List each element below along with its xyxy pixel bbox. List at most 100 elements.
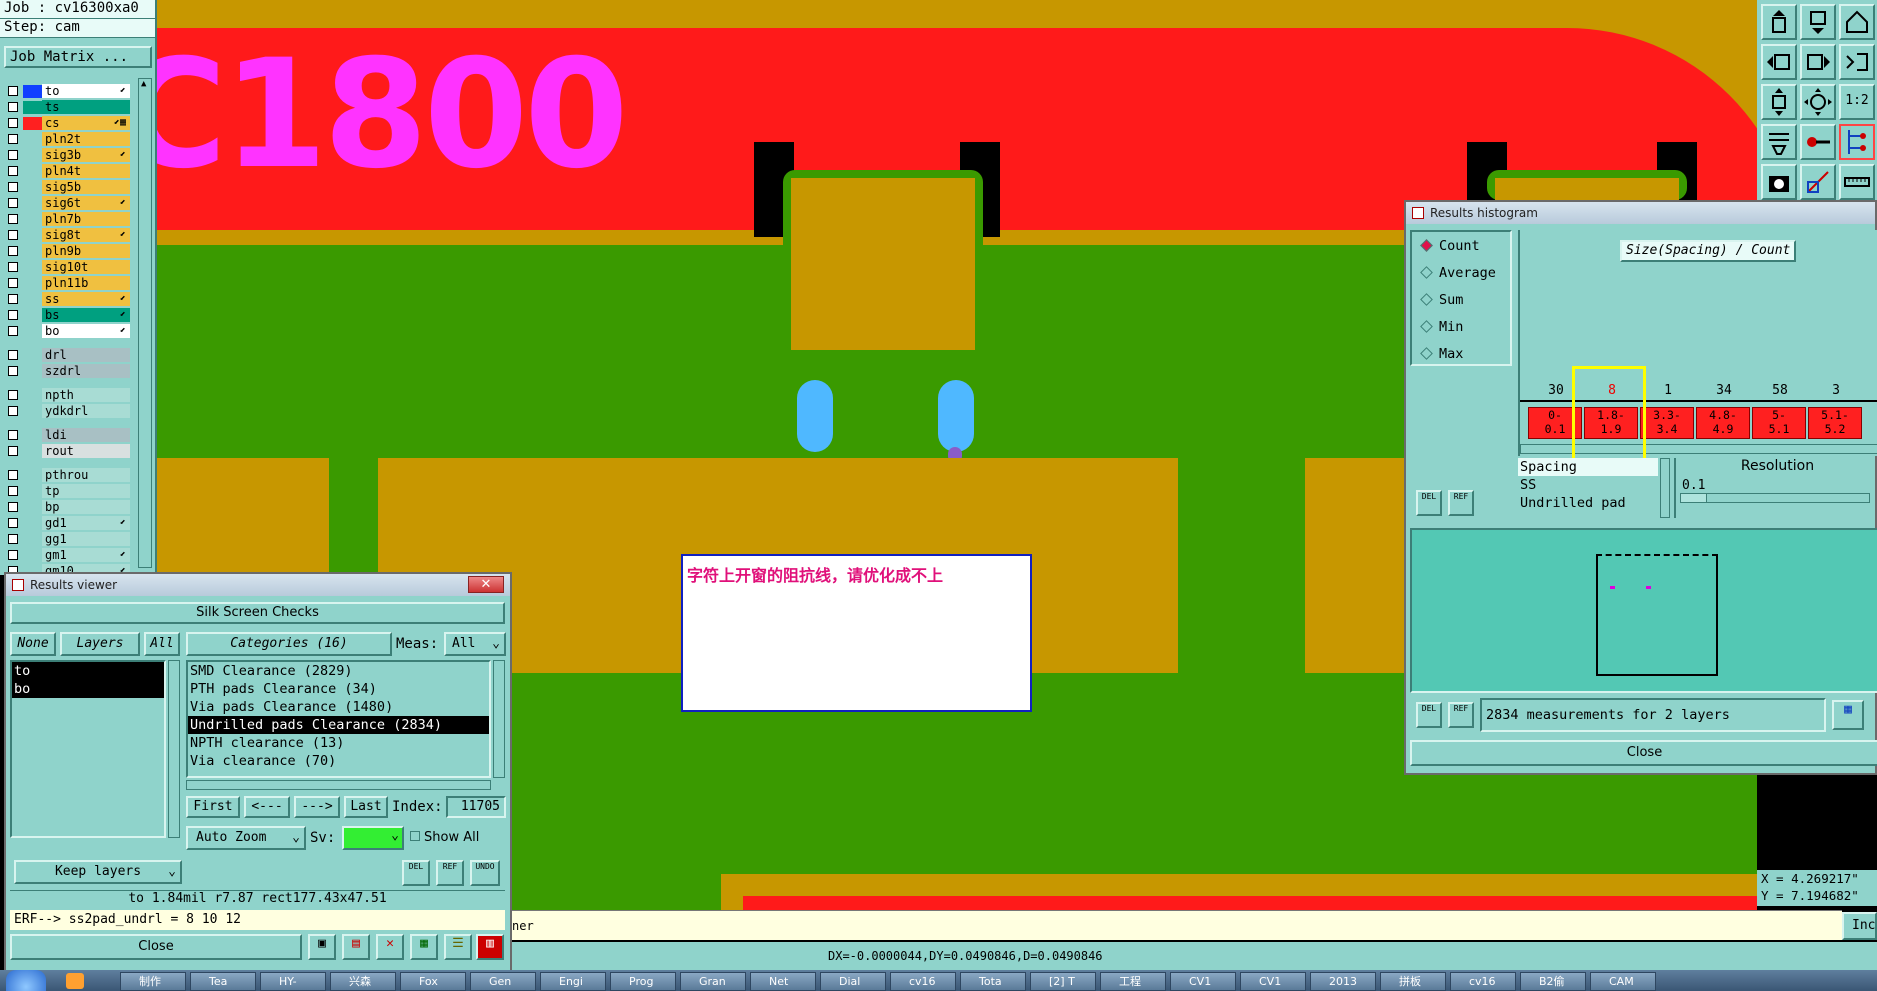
inc-button[interactable]: Inc <box>1842 912 1877 940</box>
scale-1-2-icon[interactable]: 1:2 <box>1839 84 1875 120</box>
layer-checkbox[interactable] <box>8 150 18 160</box>
category-item[interactable]: PTH pads Clearance (34) <box>188 680 489 698</box>
taskbar-item[interactable]: 拼板 <box>1380 972 1446 991</box>
layer-row[interactable]: pln9b <box>6 244 130 259</box>
chart-icon[interactable]: ▦ <box>1832 700 1864 730</box>
index-input[interactable]: 11705 <box>446 796 506 818</box>
layer-row[interactable]: ts <box>6 100 130 115</box>
layer-row[interactable]: pln2t <box>6 132 130 147</box>
keep-layers-select[interactable]: Keep layers ⌄ <box>14 860 182 884</box>
layer-checkbox[interactable] <box>8 470 18 480</box>
mode-radio[interactable]: Count <box>1420 238 1480 260</box>
layer-checkbox[interactable] <box>8 486 18 496</box>
layer-checkbox[interactable] <box>8 230 18 240</box>
layer-row[interactable]: npth <box>6 388 130 403</box>
taskbar-item[interactable]: 2013 <box>1310 972 1376 991</box>
mode-radio[interactable]: Min <box>1420 319 1463 341</box>
layer-row[interactable]: pln4t <box>6 164 130 179</box>
taskbar-item[interactable]: cv16 <box>1450 972 1516 991</box>
layer-list-scrollbar[interactable] <box>168 660 180 838</box>
layer-row[interactable]: drl <box>6 348 130 363</box>
del-button[interactable]: DEL <box>402 860 430 886</box>
histogram-bin[interactable]: 5.1- 5.2 <box>1808 407 1862 439</box>
mode-radio[interactable]: Sum <box>1420 292 1463 314</box>
report-icon[interactable]: ▣ <box>308 934 336 960</box>
mode-radio[interactable]: Average <box>1420 265 1496 287</box>
taskbar-item[interactable]: cv16 <box>890 972 956 991</box>
layer-checkbox[interactable] <box>8 246 18 256</box>
layer-checkbox[interactable] <box>8 534 18 544</box>
layer-checkbox[interactable] <box>8 310 18 320</box>
sv-color-select[interactable]: ⌄ <box>342 826 404 850</box>
layer-checkbox[interactable] <box>8 390 18 400</box>
home-icon[interactable] <box>1839 4 1875 40</box>
zoom-fit-icon[interactable] <box>1761 84 1797 120</box>
pan-right-icon[interactable] <box>1800 44 1836 80</box>
layer-row[interactable]: pln7b <box>6 212 130 227</box>
layer-row[interactable]: sig8t ⬋ <box>6 228 130 243</box>
category-hscrollbar[interactable] <box>186 780 491 790</box>
layer-row[interactable]: ldi <box>6 428 130 443</box>
board-preview[interactable] <box>1410 528 1877 693</box>
category-item[interactable]: Via pads Clearance (1480) <box>188 698 489 716</box>
taskbar-item[interactable]: CV1 <box>1240 972 1306 991</box>
resolution-value[interactable]: 0.1 <box>1676 478 1877 493</box>
layer-checkbox[interactable] <box>8 518 18 528</box>
del-button[interactable]: DEL <box>1416 702 1442 728</box>
layer-checkbox[interactable] <box>8 166 18 176</box>
camera-icon[interactable] <box>1761 164 1797 200</box>
clear-icon[interactable]: ✕ <box>376 934 404 960</box>
taskbar-item[interactable]: CAM <box>1590 972 1656 991</box>
histogram-bin[interactable]: 4.8- 4.9 <box>1696 407 1750 439</box>
taskbar-item[interactable]: Gran <box>680 972 746 991</box>
export-icon[interactable]: ▦ <box>410 934 438 960</box>
taskbar-item[interactable]: Fox <box>400 972 466 991</box>
meas-select[interactable]: All ⌄ <box>444 632 506 656</box>
app-icon[interactable] <box>66 973 84 989</box>
taskbar-item[interactable]: 兴森 <box>330 972 396 991</box>
draw-icon[interactable] <box>1800 164 1836 200</box>
show-all-checkbox[interactable]: Show All <box>410 830 479 845</box>
layer-checkbox[interactable] <box>8 366 18 376</box>
last-button[interactable]: Last <box>344 796 388 818</box>
histogram-bin[interactable]: 3.3- 3.4 <box>1640 407 1694 439</box>
taskbar-item[interactable]: Gen <box>470 972 536 991</box>
category-scrollbar[interactable] <box>493 660 505 778</box>
layer-row[interactable]: gg1 <box>6 532 130 547</box>
close-button[interactable]: Close <box>1410 740 1877 766</box>
layer-checkbox[interactable] <box>8 278 18 288</box>
taskbar-item[interactable]: Net <box>750 972 816 991</box>
taskbar-item[interactable]: Dial <box>820 972 886 991</box>
layer-checkbox[interactable] <box>8 406 18 416</box>
layer-row[interactable]: pthrou <box>6 468 130 483</box>
layer-row[interactable]: sig10t <box>6 260 130 275</box>
list-item[interactable]: bo <box>12 680 164 698</box>
layer-checkbox[interactable] <box>8 182 18 192</box>
taskbar-item[interactable]: [2] T <box>1030 972 1096 991</box>
pan-down-icon[interactable] <box>1800 4 1836 40</box>
histogram-titlebar[interactable]: Results histogram <box>1406 202 1875 224</box>
layer-checkbox[interactable] <box>8 350 18 360</box>
first-button[interactable]: First <box>186 796 240 818</box>
all-button[interactable]: All <box>144 632 180 656</box>
categories-button[interactable]: Categories (16) <box>186 632 392 656</box>
layer-row[interactable]: bo ⬋ <box>6 324 130 339</box>
none-button[interactable]: None <box>10 632 56 656</box>
taskbar-item[interactable]: Prog <box>610 972 676 991</box>
layer-row[interactable]: to ⬋ <box>6 84 130 99</box>
notes-icon[interactable]: ☰ <box>444 934 472 960</box>
taskbar-item[interactable]: HY- <box>260 972 326 991</box>
layers-button[interactable]: Layers <box>60 632 140 656</box>
layer-row[interactable]: cs ⬋▦ <box>6 116 130 131</box>
layer-checkbox[interactable] <box>8 502 18 512</box>
info-scrollbar[interactable] <box>1660 458 1670 518</box>
layer-checkbox[interactable] <box>8 446 18 456</box>
ruler-icon[interactable] <box>1839 164 1875 200</box>
print-icon[interactable]: ▤ <box>342 934 370 960</box>
netlist-icon[interactable] <box>1839 124 1875 160</box>
results-viewer-titlebar[interactable]: Results viewer ✕ <box>6 574 510 596</box>
layer-row[interactable]: gm1 ⬋ <box>6 548 130 563</box>
taskbar-item[interactable]: 工程 <box>1100 972 1166 991</box>
del-button[interactable]: DEL <box>1416 490 1442 516</box>
taskbar-item[interactable]: Engi <box>540 972 606 991</box>
